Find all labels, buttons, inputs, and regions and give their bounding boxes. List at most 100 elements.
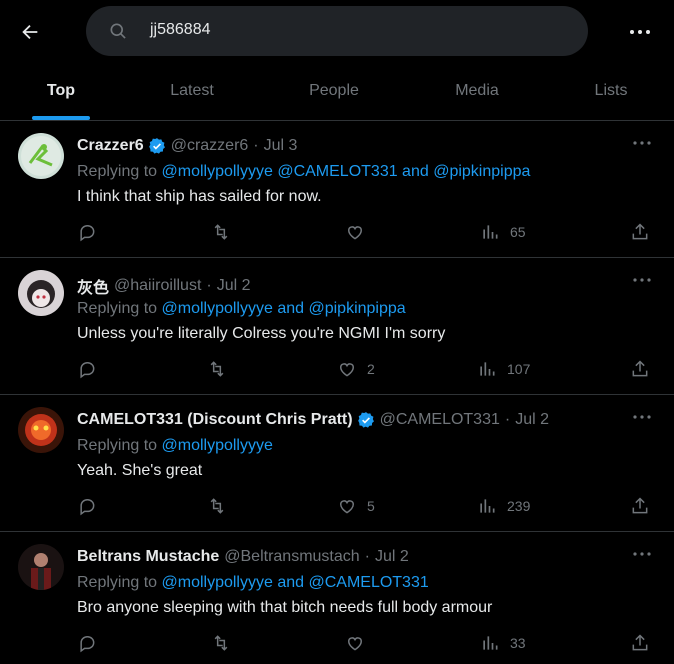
- reply-button[interactable]: [77, 493, 97, 519]
- tweet[interactable]: CAMELOT331 (Discount Chris Pratt) @CAMEL…: [0, 395, 674, 532]
- timestamp[interactable]: Jul 2: [515, 411, 549, 429]
- reply-button[interactable]: [77, 356, 97, 382]
- active-tab-indicator: [32, 116, 90, 120]
- share-button[interactable]: [630, 630, 650, 656]
- top-bar: jj586884: [0, 0, 674, 62]
- separator: ·: [253, 137, 259, 154]
- avatar[interactable]: [18, 133, 64, 179]
- display-name[interactable]: Crazzer6: [77, 137, 144, 155]
- display-name[interactable]: CAMELOT331 (Discount Chris Pratt): [77, 411, 353, 429]
- handle[interactable]: @crazzer6: [171, 137, 249, 155]
- replying-label: Replying to: [77, 574, 158, 591]
- retweet-icon: [214, 224, 228, 240]
- separator: ·: [206, 277, 212, 294]
- retweet-button[interactable]: [207, 356, 227, 382]
- like-button[interactable]: 2: [337, 356, 375, 382]
- retweet-button[interactable]: [211, 630, 231, 656]
- search-value[interactable]: jj586884: [150, 21, 211, 39]
- separator: ·: [504, 411, 511, 428]
- tab-media[interactable]: Media: [406, 62, 548, 120]
- tweet-text: I think that ship has sailed for now.: [77, 188, 322, 205]
- verified-badge-icon: [357, 411, 375, 429]
- more-icon[interactable]: [632, 133, 652, 153]
- tab-lists[interactable]: Lists: [548, 62, 674, 120]
- mentions-link[interactable]: @mollypollyyye and @CAMELOT331: [162, 574, 429, 591]
- tab-people[interactable]: People: [262, 62, 406, 120]
- mentions-link[interactable]: @mollypollyyye @CAMELOT331 and @pipkinpi…: [162, 163, 531, 180]
- separator: ·: [364, 548, 370, 565]
- handle[interactable]: @CAMELOT331: [380, 411, 500, 429]
- avatar[interactable]: [18, 407, 64, 453]
- tab-label: Media: [455, 82, 499, 99]
- display-name[interactable]: Beltrans Mustache: [77, 548, 219, 566]
- heart-icon: [339, 500, 355, 514]
- replying-label: Replying to: [77, 300, 158, 317]
- view-count: 33: [510, 635, 526, 651]
- replying-to: Replying to @mollypollyyye and @CAMELOT3…: [77, 574, 429, 592]
- tab-latest[interactable]: Latest: [122, 62, 262, 120]
- timestamp[interactable]: Jul 2: [375, 548, 409, 566]
- tweet[interactable]: Crazzer6 @crazzer6 · Jul 3 Replying to @…: [0, 121, 674, 258]
- tweet[interactable]: 灰色 @haiiroillust · Jul 2 Replying to @mo…: [0, 258, 674, 395]
- reply-icon: [80, 224, 95, 242]
- like-button[interactable]: 5: [337, 493, 375, 519]
- views-button[interactable]: 33: [480, 630, 526, 656]
- reply-icon: [80, 635, 95, 653]
- more-options-icon[interactable]: [624, 16, 656, 48]
- handle[interactable]: @haiiroillust: [114, 277, 201, 295]
- tweet-text: Bro anyone sleeping with that bitch need…: [77, 599, 493, 616]
- heart-icon: [347, 226, 363, 240]
- analytics-icon: [483, 636, 498, 650]
- verified-badge-icon: [148, 137, 166, 155]
- like-button[interactable]: [345, 219, 375, 245]
- handle[interactable]: @Beltransmustach: [224, 548, 359, 566]
- display-name[interactable]: 灰色: [77, 274, 109, 298]
- view-count: 107: [507, 361, 531, 377]
- tweet-header: Beltrans Mustache @Beltransmustach · Jul…: [77, 548, 409, 566]
- tab-label: Top: [46, 82, 76, 99]
- like-button[interactable]: [345, 630, 375, 656]
- views-button[interactable]: 65: [480, 219, 526, 245]
- share-icon: [632, 223, 648, 240]
- share-button[interactable]: [630, 356, 650, 382]
- more-icon[interactable]: [632, 544, 652, 564]
- tweet-actions: 33: [0, 630, 674, 656]
- views-button[interactable]: 239: [477, 493, 530, 519]
- retweet-icon: [214, 635, 228, 651]
- retweet-button[interactable]: [211, 219, 231, 245]
- reply-button[interactable]: [77, 219, 97, 245]
- mentions-link[interactable]: @mollypollyyye and @pipkinpippa: [162, 300, 406, 317]
- back-arrow-icon[interactable]: [14, 16, 46, 48]
- retweet-icon: [210, 361, 224, 377]
- views-button[interactable]: 107: [477, 356, 530, 382]
- share-button[interactable]: [630, 493, 650, 519]
- share-button[interactable]: [630, 219, 650, 245]
- share-icon: [632, 497, 648, 514]
- more-icon[interactable]: [632, 270, 652, 290]
- like-count: 5: [367, 498, 375, 514]
- share-icon: [632, 360, 648, 377]
- more-icon[interactable]: [632, 407, 652, 427]
- replying-to: Replying to @mollypollyyye @CAMELOT331 a…: [77, 163, 530, 181]
- timestamp[interactable]: Jul 2: [217, 277, 251, 295]
- tweet-actions: 5 239: [0, 493, 674, 519]
- view-count: 65: [510, 224, 526, 240]
- tweet-actions: 65: [0, 219, 674, 245]
- share-icon: [632, 634, 648, 651]
- tweet[interactable]: Beltrans Mustache @Beltransmustach · Jul…: [0, 532, 674, 664]
- reply-button[interactable]: [77, 630, 97, 656]
- tweet-text: Unless you're literally Colress you're N…: [77, 325, 446, 342]
- search-input[interactable]: jj586884: [86, 6, 588, 56]
- tab-label: People: [309, 82, 359, 99]
- timestamp[interactable]: Jul 3: [264, 137, 298, 155]
- reply-icon: [80, 498, 95, 516]
- avatar[interactable]: [18, 544, 64, 590]
- avatar[interactable]: [18, 270, 64, 316]
- tweet-actions: 2 107: [0, 356, 674, 382]
- retweet-button[interactable]: [207, 493, 227, 519]
- tab-label: Lists: [594, 82, 628, 99]
- tweet-text: Yeah. She's great: [77, 462, 203, 479]
- tab-top[interactable]: Top: [0, 62, 122, 120]
- tab-label: Latest: [170, 82, 214, 99]
- mentions-link[interactable]: @mollypollyyye: [162, 437, 273, 454]
